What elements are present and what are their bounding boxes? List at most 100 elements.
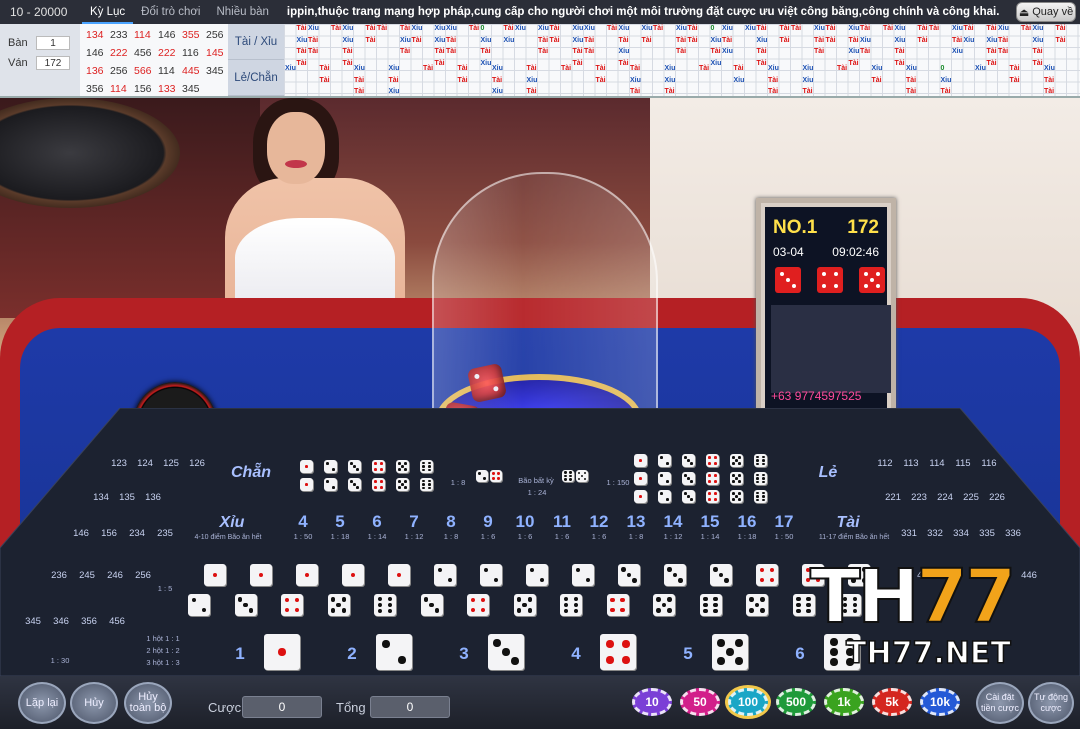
combo-bet-114[interactable]: 114	[924, 458, 950, 469]
combo-bet-115[interactable]: 115	[950, 458, 976, 469]
combo-bet-124[interactable]: 124	[132, 458, 158, 469]
cancel-all-button[interactable]: Hủy toàn bộ	[124, 682, 172, 724]
combo-bet-236[interactable]: 236	[46, 570, 72, 581]
auto-bet-button[interactable]: Tự động cược	[1028, 682, 1074, 724]
chip-1k[interactable]: 1k	[824, 688, 864, 716]
combo-bet-136[interactable]: 136	[140, 492, 166, 503]
combo-bet-224[interactable]: 224	[932, 492, 958, 503]
chip-label: 50	[686, 693, 714, 711]
road-mark: Tài	[986, 48, 997, 55]
sum-bet-4[interactable]: 4	[288, 512, 318, 532]
combo-bet-221[interactable]: 221	[880, 492, 906, 503]
cancel-bet-button[interactable]: Hủy	[70, 682, 118, 724]
combo-bet-346[interactable]: 346	[48, 616, 74, 627]
sum-bet-10[interactable]: 10	[510, 512, 540, 532]
dice-icon	[420, 460, 433, 473]
combo-bet-225[interactable]: 225	[958, 492, 984, 503]
sum-bet-6[interactable]: 6	[362, 512, 392, 532]
big-bet-label[interactable]: Tài	[826, 514, 870, 532]
tab-ky-luc[interactable]: Kỳ Lục	[82, 0, 134, 24]
chip-500[interactable]: 500	[776, 688, 816, 716]
sum-bet-13[interactable]: 13	[621, 512, 651, 532]
combo-bet-456[interactable]: 456	[104, 616, 130, 627]
combo-bet-335[interactable]: 335	[974, 528, 1000, 539]
even-bet-label[interactable]: Chẵn	[226, 464, 276, 482]
combo-bet-246[interactable]: 246	[102, 570, 128, 581]
big-bet-sub: 11-17 điểm Bão ăn hết	[818, 534, 890, 541]
sum-bet-8[interactable]: 8	[436, 512, 466, 532]
combo-bet-134[interactable]: 134	[88, 492, 114, 503]
chip-50[interactable]: 50	[680, 688, 720, 716]
road-mark: Xỉu	[572, 36, 584, 44]
sum-bet-11[interactable]: 11	[547, 512, 577, 532]
sum-bet-7[interactable]: 7	[399, 512, 429, 532]
road-mark: Xỉu	[975, 65, 986, 72]
sum-bet-12[interactable]: 12	[584, 512, 614, 532]
sum-bet-17[interactable]: 17	[769, 512, 799, 532]
combo-bet-146[interactable]: 146	[68, 528, 94, 539]
combo-bet-235[interactable]: 235	[152, 528, 178, 539]
road-mark: Xỉu	[584, 25, 595, 32]
tab-doi-tro-choi[interactable]: Đổi trò chơi	[133, 0, 208, 24]
sum-bet-16[interactable]: 16	[732, 512, 762, 532]
single-bet-4[interactable]: 4	[566, 644, 586, 664]
combo-bet-112[interactable]: 112	[872, 458, 898, 469]
road-mark: Xỉu	[503, 36, 515, 44]
combo-bet-245[interactable]: 245	[74, 570, 100, 581]
history-total: 456	[134, 47, 152, 59]
combo-bet-256[interactable]: 256	[130, 570, 156, 581]
history-total: 146	[158, 29, 176, 41]
single-bet-5[interactable]: 5	[678, 644, 698, 664]
history-total: 134	[86, 29, 104, 41]
repeat-bet-button[interactable]: Lặp lại	[18, 682, 66, 724]
road-mark: Tài	[733, 65, 744, 72]
sum-odds-6: 1 : 14	[367, 532, 387, 541]
combo-bet-156[interactable]: 156	[96, 528, 122, 539]
sum-bet-9[interactable]: 9	[473, 512, 503, 532]
single-bet-1[interactable]: 1	[230, 644, 250, 664]
back-button[interactable]: ⏏ Quay về	[1016, 2, 1076, 22]
combo-bet-126[interactable]: 126	[184, 458, 210, 469]
combo-bet-123[interactable]: 123	[106, 458, 132, 469]
single-bet-2[interactable]: 2	[342, 644, 362, 664]
any-triple-label[interactable]: Bão bất kỳ	[514, 476, 558, 485]
chip-100[interactable]: 100	[728, 688, 768, 716]
combo-bet-226[interactable]: 226	[984, 492, 1010, 503]
combo-bet-336[interactable]: 336	[1000, 528, 1026, 539]
combo-bet-223[interactable]: 223	[906, 492, 932, 503]
road-mark: Tài	[584, 36, 595, 44]
road-mark: Tài	[1009, 65, 1020, 72]
road-mark: Tài	[998, 36, 1009, 44]
combo-bet-135[interactable]: 135	[114, 492, 140, 503]
sum-bet-14[interactable]: 14	[658, 512, 688, 532]
dice-icon	[817, 267, 843, 293]
road-mark: Tài	[342, 59, 353, 67]
combo-bet-234[interactable]: 234	[124, 528, 150, 539]
chip-10k[interactable]: 10k	[920, 688, 960, 716]
road-mark: Tài	[1021, 25, 1032, 32]
chip-5k[interactable]: 5k	[872, 688, 912, 716]
road-mark: Tài	[1032, 48, 1043, 55]
tab-nhieu-ban[interactable]: Nhiều bàn	[208, 0, 276, 24]
road-label-le-chan[interactable]: Lẻ/Chẵn	[228, 60, 284, 96]
combo-bet-334[interactable]: 334	[948, 528, 974, 539]
sum-bet-5[interactable]: 5	[325, 512, 355, 532]
combo-bet-113[interactable]: 113	[898, 458, 924, 469]
combo-bet-356[interactable]: 356	[76, 616, 102, 627]
single-bet-6[interactable]: 6	[790, 644, 810, 664]
dice-icon	[300, 478, 313, 491]
single-bet-3[interactable]: 3	[454, 644, 474, 664]
history-total: 156	[134, 83, 152, 95]
small-bet-label[interactable]: Xỉu	[208, 514, 256, 532]
road-label-tai-xiu[interactable]: Tài / Xỉu	[228, 24, 284, 60]
combo-bet-345[interactable]: 345	[20, 616, 46, 627]
chip-10[interactable]: 10	[632, 688, 672, 716]
bet-settings-button[interactable]: Cài đặt tiền cược	[976, 682, 1024, 724]
road-mark: Tài	[929, 25, 940, 32]
combo-bet-332[interactable]: 332	[922, 528, 948, 539]
sum-odds-4: 1 : 50	[293, 532, 313, 541]
sum-bet-15[interactable]: 15	[695, 512, 725, 532]
odd-bet-label[interactable]: Lẻ	[810, 464, 846, 482]
combo-bet-125[interactable]: 125	[158, 458, 184, 469]
combo-bet-116[interactable]: 116	[976, 458, 1002, 469]
